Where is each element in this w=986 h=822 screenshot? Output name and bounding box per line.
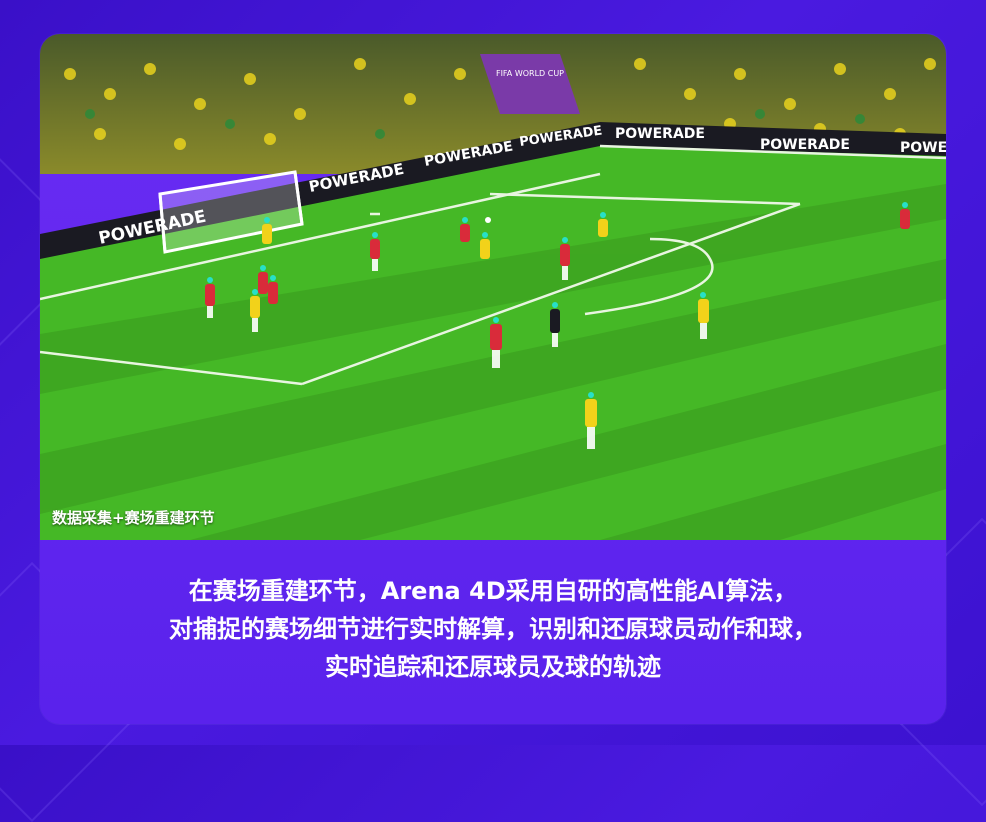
svg-text:POWERADE: POWERADE [900, 140, 946, 156]
photo-caption: 数据采集+赛场重建环节 [52, 509, 215, 527]
description-line-3: 实时追踪和还原球员及球的轨迹 [325, 653, 661, 681]
ball [485, 217, 491, 223]
match-photo: FIFA WORLD CUP POWERADE POWERADE POWERAD… [40, 34, 946, 540]
description: 在赛场重建环节，Arena 4D采用自研的高性能AI算法， 对捕捉的赛场细节进行… [40, 572, 946, 686]
feature-card: FIFA WORLD CUP POWERADE POWERADE POWERAD… [40, 34, 946, 724]
description-line-1: 在赛场重建环节，Arena 4D采用自研的高性能AI算法， [188, 577, 798, 605]
football-pitch-illustration: FIFA WORLD CUP POWERADE POWERADE POWERAD… [40, 34, 946, 540]
player-dark [550, 309, 560, 333]
svg-text:POWERADE: POWERADE [615, 126, 705, 142]
svg-text:POWERADE: POWERADE [760, 137, 850, 153]
description-line-2: 对捕捉的赛场细节进行实时解算，识别和还原球员动作和球， [169, 615, 817, 643]
svg-text:FIFA WORLD CUP: FIFA WORLD CUP [496, 69, 564, 78]
